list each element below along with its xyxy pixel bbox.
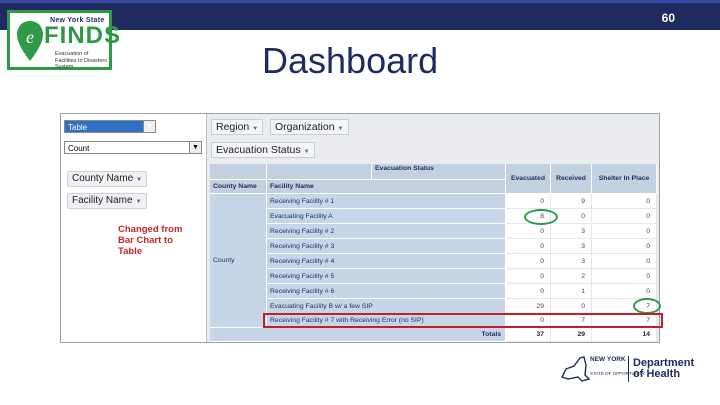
totals-sip: 14 bbox=[592, 328, 657, 342]
totals-label: Totals bbox=[210, 328, 506, 342]
left-panel: Table ▼ Count ▼ County Name ▼ Facility Na… bbox=[61, 114, 207, 342]
header-blank bbox=[267, 164, 372, 180]
chip-label: Facility Name bbox=[72, 195, 133, 206]
filter-label: Evacuation Status bbox=[216, 144, 301, 156]
filter-row: Region ▼ Organization ▼ bbox=[208, 117, 658, 135]
new-york-state-icon bbox=[561, 356, 590, 382]
filter-evacuation-status[interactable]: Evacuation Status ▼ bbox=[211, 142, 315, 158]
table-row-name: Receiving Facility # 4 bbox=[267, 254, 506, 269]
table-cell-evacuated: 0 bbox=[506, 239, 551, 254]
dropdown-icon: ▼ bbox=[337, 126, 344, 132]
table-row-name: Receiving Facility # 6 bbox=[267, 284, 506, 299]
table-cell-evacuated: 0 bbox=[506, 254, 551, 269]
header-facility-name[interactable]: Facility Name bbox=[267, 180, 506, 194]
nys-text: NEW YORK bbox=[590, 356, 626, 363]
header-received[interactable]: Received bbox=[551, 164, 592, 194]
svg-text:e: e bbox=[26, 27, 34, 47]
table-row-name: Receiving Facility # 3 bbox=[267, 239, 506, 254]
efinds-logo: e New York State FINDS Evacuation of Fac… bbox=[7, 10, 120, 70]
annotation-note: Changed from Bar Chart to Table bbox=[118, 224, 183, 257]
row-chip-facility-name[interactable]: Facility Name ▼ bbox=[67, 193, 147, 209]
dropdown-icon: ▼ bbox=[135, 199, 142, 205]
logo-subtitle: Evacuation of Facilities In Disasters Sy… bbox=[55, 51, 107, 70]
view-select-value: Table bbox=[68, 123, 88, 132]
totals-received: 29 bbox=[551, 328, 592, 342]
header-shelter-in-place[interactable]: Shelter In Place bbox=[592, 164, 657, 194]
map-pin-icon: e bbox=[17, 21, 43, 61]
table-row-name: Receiving Facility # 2 bbox=[267, 224, 506, 239]
measure-select[interactable]: Count ▼ bbox=[64, 141, 202, 154]
table-row-name: Evacuating Facility B w/ a few SIP bbox=[267, 299, 506, 314]
table-cell-sip: 0 bbox=[592, 194, 657, 209]
view-select[interactable]: Table ▼ bbox=[64, 120, 156, 133]
chevron-down-icon: ▼ bbox=[143, 121, 155, 132]
table-cell-sip: 0 bbox=[592, 254, 657, 269]
logo-divider bbox=[628, 356, 629, 382]
header-evacuation-status: Evacuation Status bbox=[372, 164, 506, 180]
nys-doh-logo: NEW YORK STATE OF OPPORTUNITY. Departmen… bbox=[560, 350, 710, 390]
dashboard-screenshot: Table ▼ Count ▼ County Name ▼ Facility Na… bbox=[60, 113, 660, 343]
page-title: Dashboard bbox=[262, 40, 439, 81]
county-cell: County bbox=[210, 194, 267, 328]
doh-line-2: of Health bbox=[633, 368, 681, 380]
highlight-box-error-row bbox=[263, 313, 663, 328]
slide-number: 60 bbox=[661, 11, 675, 25]
filter-label: Region bbox=[216, 121, 250, 133]
table-cell-evacuated: 0 bbox=[506, 284, 551, 299]
filter-organization[interactable]: Organization ▼ bbox=[270, 119, 349, 135]
table-cell-received: 3 bbox=[551, 254, 592, 269]
header-county-name[interactable]: County Name bbox=[210, 180, 267, 194]
dropdown-icon: ▼ bbox=[303, 149, 310, 155]
table-cell-received: 0 bbox=[551, 299, 592, 314]
measure-select-value: Count bbox=[68, 144, 90, 153]
table-cell-evacuated: 0 bbox=[506, 224, 551, 239]
dropdown-icon: ▼ bbox=[136, 177, 143, 183]
table-cell-received: 9 bbox=[551, 194, 592, 209]
totals-evacuated: 37 bbox=[506, 328, 551, 342]
table-cell-received: 3 bbox=[551, 239, 592, 254]
table-cell-evacuated: 0 bbox=[506, 194, 551, 209]
highlight-oval-evacuated bbox=[524, 209, 558, 225]
highlight-oval-sip bbox=[633, 298, 661, 314]
table-cell-sip: 0 bbox=[592, 224, 657, 239]
table-row-name: Receiving Facility # 5 bbox=[267, 269, 506, 284]
table-cell-sip: 0 bbox=[592, 239, 657, 254]
filter-label: Organization bbox=[275, 121, 335, 133]
filter-region[interactable]: Region ▼ bbox=[211, 119, 264, 135]
chip-label: County Name bbox=[72, 173, 134, 184]
table-cell-received: 3 bbox=[551, 224, 592, 239]
table-cell-sip: 0 bbox=[592, 284, 657, 299]
table-cell-sip: 0 bbox=[592, 209, 657, 224]
chevron-down-icon: ▼ bbox=[189, 142, 201, 153]
table-cell-evacuated: 29 bbox=[506, 299, 551, 314]
department-of-health-text: Department of Health bbox=[633, 358, 694, 380]
logo-name: FINDS bbox=[44, 22, 121, 49]
table-cell-received: 1 bbox=[551, 284, 592, 299]
column-filter-row: Evacuation Status ▼ bbox=[208, 140, 658, 158]
table-cell-received: 2 bbox=[551, 269, 592, 284]
row-chip-county-name[interactable]: County Name ▼ bbox=[67, 171, 148, 187]
table-cell-sip: 0 bbox=[592, 269, 657, 284]
table-row-name: Evacuating Facility A bbox=[267, 209, 506, 224]
header-evacuated[interactable]: Evacuated bbox=[506, 164, 551, 194]
dropdown-icon: ▼ bbox=[252, 126, 259, 132]
table-row-name: Receiving Facility # 1 bbox=[267, 194, 506, 209]
header-blank bbox=[210, 164, 267, 180]
table-cell-evacuated: 0 bbox=[506, 269, 551, 284]
